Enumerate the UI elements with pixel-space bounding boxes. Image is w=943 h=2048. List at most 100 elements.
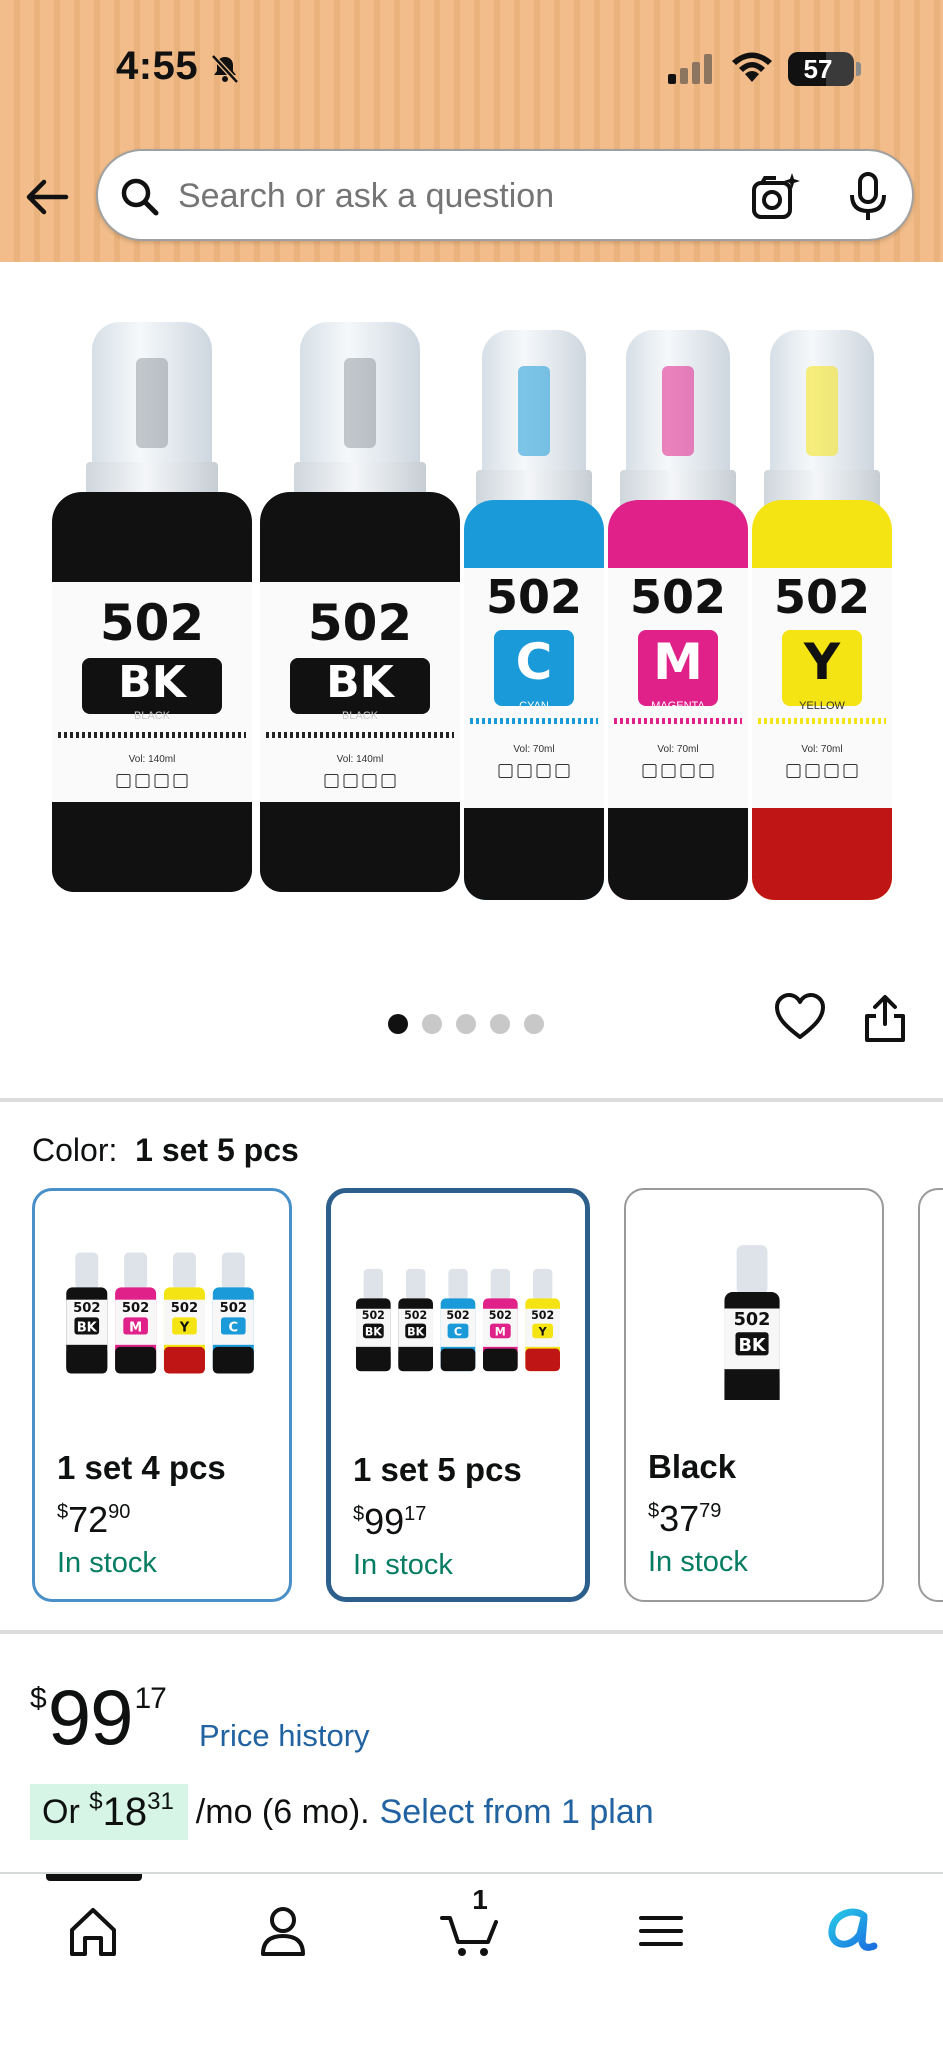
bottle-volume: Vol: 70ml xyxy=(657,744,699,755)
option-price: $3779 xyxy=(648,1498,722,1539)
svg-text:Y: Y xyxy=(538,1325,548,1338)
svg-text:C: C xyxy=(454,1325,462,1338)
mini-ink-bottle: 502 M xyxy=(483,1268,518,1372)
product-image-gallery[interactable]: 502 BK BLACK Vol: 140ml 502 BK BLACK Vol… xyxy=(0,262,943,1092)
installment-term: /mo (6 mo). xyxy=(195,1792,370,1831)
color-option-next-partial[interactable] xyxy=(918,1188,943,1602)
option-title: Black xyxy=(648,1448,737,1485)
section-divider xyxy=(0,1098,943,1102)
bottle-color-code: C xyxy=(494,630,574,706)
svg-text:502: 502 xyxy=(122,1301,149,1316)
bottle-color-code: BK xyxy=(82,658,222,714)
option-stock: In stock xyxy=(648,1546,748,1578)
menu-icon[interactable] xyxy=(626,1896,696,1966)
color-option-black[interactable]: 502 BK Black $3779 In stock xyxy=(624,1188,884,1602)
color-label-prefix: Color: xyxy=(32,1132,118,1168)
color-option-4-pcs[interactable]: 502 BK 502 M 502 Y 502 C 1 set 4 pcs $72… xyxy=(32,1188,292,1602)
color-selected-value: 1 set 5 pcs xyxy=(135,1132,299,1168)
color-label: Color: 1 set 5 pcs xyxy=(32,1132,299,1169)
bottle-color-name: MAGENTA xyxy=(651,700,705,712)
nav-active-indicator xyxy=(46,1874,142,1881)
share-icon[interactable] xyxy=(862,994,908,1044)
bell-muted-icon xyxy=(211,54,239,84)
svg-text:BK: BK xyxy=(738,1336,766,1356)
camera-lens-icon[interactable] xyxy=(750,171,802,223)
status-bar: 4:55 57 xyxy=(0,0,943,130)
option-title: 1 set 4 pcs xyxy=(57,1449,226,1486)
option-price: $7290 xyxy=(57,1499,131,1540)
bottle-color-name: BLACK xyxy=(341,710,379,722)
cart-count-badge: 1 xyxy=(472,1884,488,1915)
bottle-volume: Vol: 70ml xyxy=(513,744,555,755)
carousel-dot[interactable] xyxy=(456,1014,476,1034)
bottle-number: 502 xyxy=(485,570,583,624)
bottle-color-code: Y xyxy=(782,630,862,706)
installment-badge: Or $18 31 xyxy=(30,1784,188,1840)
bottle-volume: Vol: 70ml xyxy=(801,744,843,755)
svg-text:C: C xyxy=(229,1320,239,1335)
battery-level-text: 57 xyxy=(803,54,833,84)
mini-ink-bottle: 502 BK xyxy=(724,1245,780,1400)
mini-ink-bottle: 502 C xyxy=(440,1268,476,1372)
svg-text:Y: Y xyxy=(179,1320,190,1335)
svg-text:502: 502 xyxy=(362,1309,385,1322)
svg-text:502: 502 xyxy=(404,1309,427,1322)
option-price: $9917 xyxy=(353,1501,427,1542)
mini-ink-bottle: 502 C xyxy=(212,1252,254,1374)
carousel-dot[interactable] xyxy=(422,1014,442,1034)
select-plan-link[interactable]: Select from 1 plan xyxy=(380,1793,654,1832)
home-icon[interactable] xyxy=(58,1896,128,1966)
option-stock: In stock xyxy=(353,1549,453,1581)
option-stock: In stock xyxy=(57,1547,157,1579)
swatch-thumbnail: 502 BK 502 BK 502 C 502 M 502 Y xyxy=(356,1268,560,1372)
search-input[interactable] xyxy=(178,177,718,216)
bottle-color-name: YELLOW xyxy=(799,700,845,712)
bottle-volume: Vol: 140ml xyxy=(128,754,176,765)
rufus-ai-icon[interactable] xyxy=(816,1896,886,1966)
svg-text:502: 502 xyxy=(73,1301,100,1316)
battery-tip xyxy=(856,62,861,76)
installment-offer: Or $18 31 /mo (6 mo). Select from 1 plan xyxy=(30,1784,654,1840)
svg-text:502: 502 xyxy=(531,1309,554,1322)
bottle-color-name: CYAN xyxy=(519,700,549,712)
price-history-link[interactable]: Price history xyxy=(199,1718,370,1754)
swatch-thumbnail: 502 BK xyxy=(724,1245,780,1400)
carousel-dot[interactable] xyxy=(388,1014,408,1034)
bottle-number: 502 xyxy=(307,594,413,652)
status-time: 4:55 xyxy=(116,44,199,88)
svg-text:M: M xyxy=(495,1325,506,1338)
mini-ink-bottle: 502 Y xyxy=(163,1252,205,1374)
svg-text:M: M xyxy=(129,1320,142,1335)
mini-ink-bottle: 502 BK xyxy=(66,1252,108,1374)
svg-text:BK: BK xyxy=(77,1320,98,1335)
account-icon[interactable] xyxy=(248,1896,318,1966)
microphone-icon[interactable] xyxy=(846,171,890,223)
carousel-dot[interactable] xyxy=(524,1014,544,1034)
bottle-color-code: BK xyxy=(290,658,430,714)
carousel-dot[interactable] xyxy=(490,1014,510,1034)
cellular-signal-icon xyxy=(668,54,712,84)
color-option-5-pcs[interactable]: 502 BK 502 BK 502 C 502 M 502 Y 1 set 5 … xyxy=(326,1188,590,1602)
back-arrow-button[interactable] xyxy=(22,172,72,222)
svg-text:502: 502 xyxy=(171,1301,198,1316)
svg-text:502: 502 xyxy=(734,1310,771,1330)
bottle-number: 502 xyxy=(99,594,205,652)
search-bar[interactable] xyxy=(96,149,914,241)
mini-ink-bottle: 502 Y xyxy=(525,1268,560,1372)
bottle-number: 502 xyxy=(629,570,727,624)
bottle-number: 502 xyxy=(773,570,871,624)
search-icon xyxy=(121,178,159,216)
heart-icon[interactable] xyxy=(774,992,826,1042)
mini-ink-bottle: 502 BK xyxy=(356,1268,391,1372)
svg-text:BK: BK xyxy=(365,1325,382,1338)
svg-text:502: 502 xyxy=(220,1301,247,1316)
svg-text:BK: BK xyxy=(407,1325,424,1338)
product-price: $9917 xyxy=(30,1673,167,1761)
bottle-color-name: BLACK xyxy=(133,710,171,722)
bottom-nav: 1 xyxy=(0,1872,943,2048)
option-title: 1 set 5 pcs xyxy=(353,1451,522,1488)
battery-indicator: 57 xyxy=(788,52,854,86)
svg-text:502: 502 xyxy=(446,1309,469,1322)
mini-ink-bottle: 502 M xyxy=(115,1252,157,1374)
carousel-dots[interactable] xyxy=(388,1014,544,1034)
